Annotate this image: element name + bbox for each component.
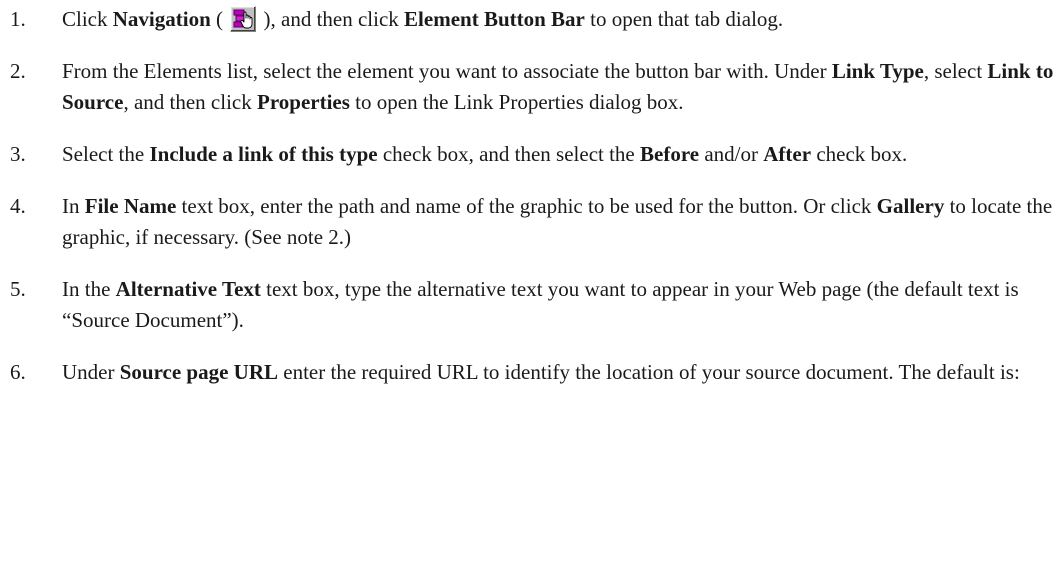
step-text: From the Elements list, select the eleme…	[62, 59, 1053, 114]
bold-term: Link Type	[831, 59, 924, 83]
text-run: In the	[62, 277, 116, 301]
text-run: , and then click	[123, 90, 257, 114]
bold-term: Gallery	[876, 194, 945, 218]
step-5: 5. In the Alternative Text text box, type…	[0, 274, 1057, 336]
navigation-icon	[230, 6, 257, 32]
text-run: , select	[923, 59, 988, 83]
text-run: and/or	[699, 142, 764, 166]
step-number: 5.	[10, 277, 26, 301]
text-run: From the Elements list, select the eleme…	[62, 59, 832, 83]
bold-term: Properties	[257, 90, 350, 114]
instruction-steps: 1. Click Navigation ( ), and then click E…	[0, 0, 1063, 388]
step-2: 2. From the Elements list, select the ele…	[0, 56, 1057, 118]
text-run: (	[210, 7, 224, 31]
bold-term: Alternative Text	[115, 277, 261, 301]
text-run: Click	[62, 7, 113, 31]
text-run: text box, enter the path and name of the…	[176, 194, 877, 218]
text-run: enter the required URL to identify the l…	[278, 360, 1020, 384]
bold-term: File Name	[84, 194, 177, 218]
step-text: Click Navigation ( ), and then click Ele…	[62, 6, 784, 32]
text-run: ), and then click	[263, 7, 405, 31]
bold-term: Element Button Bar	[404, 7, 585, 31]
bold-term: Navigation	[112, 7, 211, 31]
step-number: 4.	[10, 194, 26, 218]
step-number: 3.	[10, 142, 26, 166]
step-4: 4. In File Name text box, enter the path …	[0, 191, 1057, 253]
bold-term: Include a link of this type	[149, 142, 378, 166]
bold-term: Source page URL	[119, 360, 279, 384]
step-text: In the Alternative Text text box, type t…	[62, 277, 1019, 332]
bold-term: Before	[640, 142, 700, 166]
step-number: 6.	[10, 360, 26, 384]
step-text: In File Name text box, enter the path an…	[62, 194, 1052, 249]
step-1: 1. Click Navigation ( ), and then click E…	[0, 4, 1057, 35]
step-3: 3. Select the Include a link of this type…	[0, 139, 1057, 170]
text-run: check box.	[811, 142, 908, 166]
step-number: 2.	[10, 59, 26, 83]
step-number: 1.	[10, 7, 26, 31]
step-6: 6. Under Source page URL enter the requir…	[0, 357, 1057, 388]
text-run: to open the Link Properties dialog box.	[349, 90, 684, 114]
text-run: Under	[62, 360, 120, 384]
step-text: Select the Include a link of this type c…	[62, 142, 907, 166]
bold-term: After	[763, 142, 812, 166]
text-run: In	[62, 194, 85, 218]
step-text: Under Source page URL enter the required…	[62, 360, 1020, 384]
text-run: Select the	[62, 142, 150, 166]
text-run: check box, and then select the	[377, 142, 641, 166]
text-run: to open that tab dialog.	[584, 7, 784, 31]
